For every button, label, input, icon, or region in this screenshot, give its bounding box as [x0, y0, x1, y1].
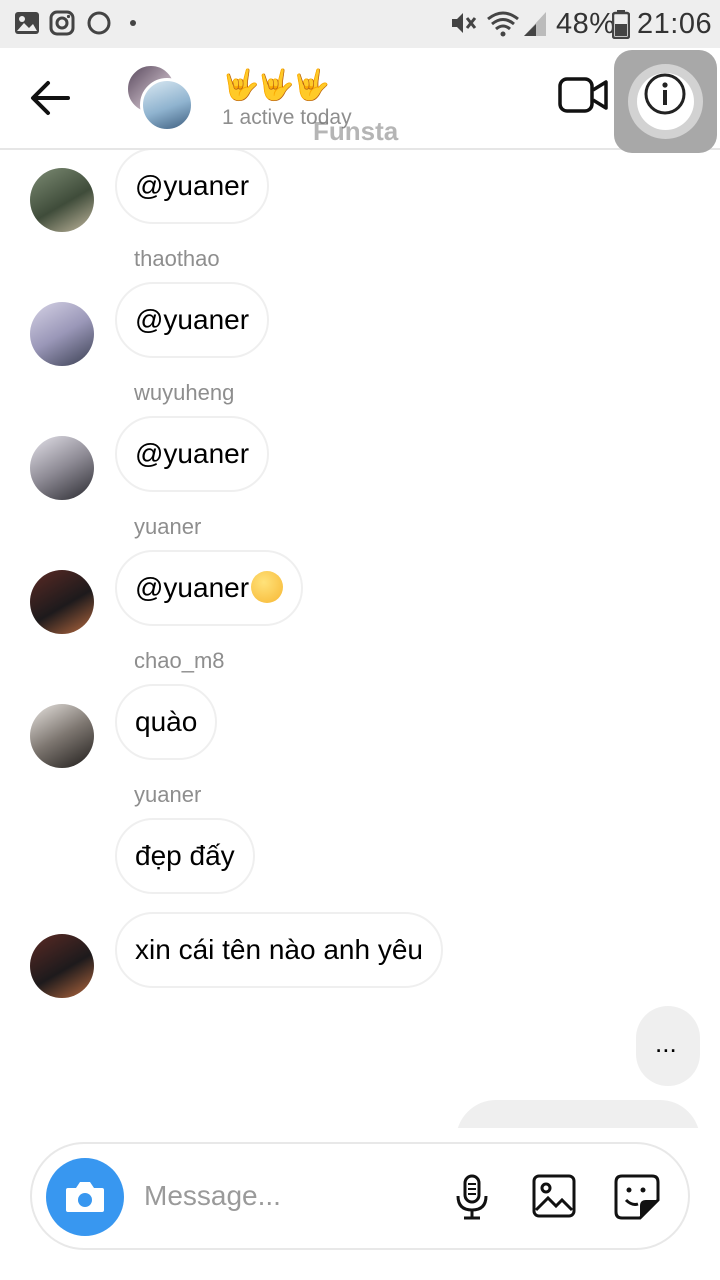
image-icon[interactable] — [532, 1174, 576, 1218]
message-bubble[interactable]: đẹp đấy — [115, 818, 255, 894]
status-bar: 48% 21:06 — [0, 0, 720, 48]
dot-icon — [130, 20, 136, 26]
message-bubble[interactable]: @yuaner — [115, 550, 304, 626]
signal-icon — [524, 12, 546, 36]
message-bubble[interactable]: @yuaner — [115, 282, 270, 358]
camera-icon — [66, 1182, 104, 1212]
info-icon — [644, 73, 686, 115]
gallery-icon — [15, 12, 39, 34]
watermark: Funsta — [313, 116, 399, 146]
message-list[interactable]: @yuaner thaothao @yuaner wuyuheng @yuane… — [0, 150, 720, 1128]
avatar[interactable] — [30, 436, 94, 500]
sender-name: wuyuheng — [134, 380, 235, 405]
message-bubble[interactable]: quào — [115, 684, 218, 760]
sticker-icon[interactable] — [614, 1174, 660, 1220]
avatar[interactable] — [30, 704, 94, 768]
camera-button[interactable] — [46, 1158, 124, 1236]
message-text: @yuaner — [135, 572, 250, 603]
message-bubble[interactable]: xin cái tên nào anh yêu — [115, 912, 443, 988]
mute-icon — [452, 13, 477, 33]
wifi-icon — [487, 11, 519, 37]
chat-header: 🤟🤟🤟 1 active today Funsta — [0, 48, 720, 153]
battery-icon — [612, 10, 630, 39]
back-arrow-icon[interactable] — [28, 78, 72, 118]
typing-dots: ... — [655, 1028, 677, 1058]
chat-title[interactable]: 🤟🤟🤟 — [222, 68, 330, 103]
avatar[interactable] — [30, 934, 94, 998]
message-bubble[interactable]: @yuaner — [115, 416, 270, 492]
sender-name: chao_m8 — [134, 648, 225, 673]
microphone-icon[interactable] — [452, 1174, 492, 1220]
info-button[interactable] — [614, 50, 717, 153]
sender-name: yuaner — [134, 782, 202, 807]
avatar[interactable] — [30, 302, 94, 366]
video-camera-icon[interactable] — [558, 74, 610, 116]
circle-icon — [87, 11, 111, 35]
avatar[interactable] — [30, 168, 94, 232]
sender-name: yuaner — [134, 514, 202, 539]
instagram-icon — [49, 10, 75, 36]
outgoing-bubble[interactable] — [456, 1100, 700, 1128]
smiling-face-icon — [251, 570, 284, 603]
typing-bubble[interactable]: ... — [636, 1006, 700, 1086]
sender-name: thaothao — [134, 246, 220, 271]
message-input[interactable] — [144, 1174, 404, 1218]
battery-percent: 48% — [556, 8, 616, 40]
message-bubble[interactable]: @yuaner — [115, 150, 270, 224]
group-avatar-front[interactable] — [140, 78, 194, 132]
clock: 21:06 — [637, 8, 713, 40]
message-composer — [30, 1142, 690, 1250]
avatar[interactable] — [30, 570, 94, 634]
